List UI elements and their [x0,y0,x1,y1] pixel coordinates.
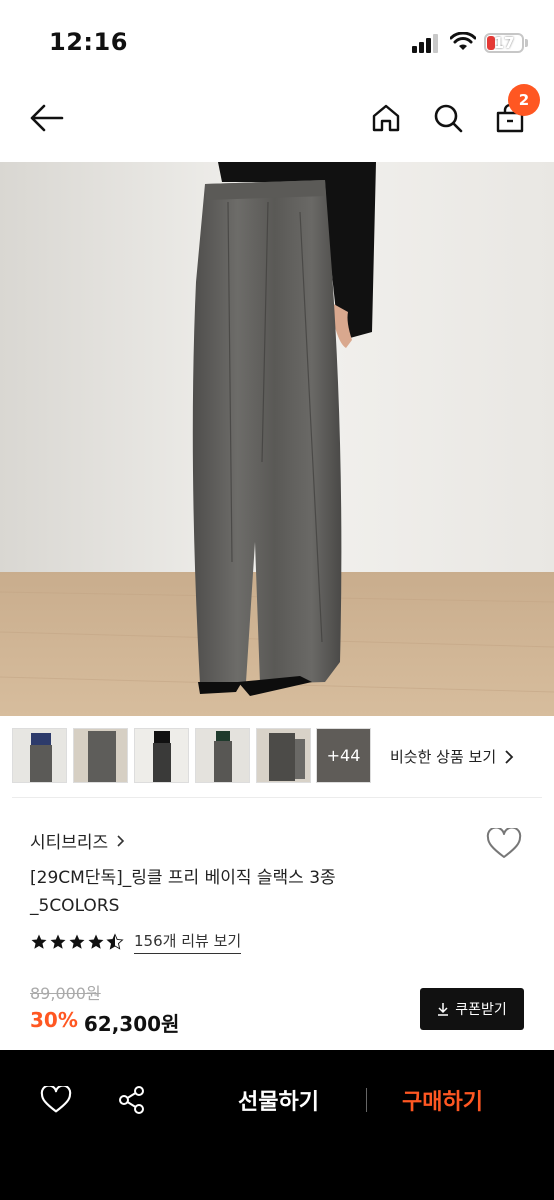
share-button[interactable] [112,1080,152,1120]
rating-stars [30,933,124,951]
sale-price: 62,300원 [83,1012,180,1036]
thumbnail-strip: +44 비슷한 상품 보기 [0,722,554,788]
divider [366,1088,367,1112]
reviews-link[interactable]: 156개 리뷰 보기 [134,930,242,954]
star-icon [69,934,85,949]
discount-rate: 30% [30,1008,78,1032]
thumbnail-more[interactable]: +44 [316,728,371,783]
top-nav [0,80,554,162]
original-price: 89,000원 [30,984,101,1003]
product-title-line-1: [29CM단독]_링클 프리 베이직 슬랙스 3종 [30,868,336,888]
thumbnail-3[interactable] [134,728,189,783]
cart-count-badge: 2 [508,84,540,116]
brand-name: 시티브리즈 [30,833,109,853]
thumbnail-5[interactable] [256,728,311,783]
status-time: 12:16 [49,28,128,56]
chevron-right-icon [117,834,125,847]
download-icon [438,1003,449,1016]
thumbnail-1[interactable] [12,728,67,783]
brand-link[interactable]: 시티브리즈 [30,828,125,853]
similar-products-link[interactable]: 비슷한 상품 보기 [390,746,514,767]
status-bar: 12:16 17 [0,0,554,80]
thumbnail-2[interactable] [73,728,128,783]
bottom-action-bar: 선물하기 구매하기 [0,1050,554,1200]
heart-icon [40,1086,72,1113]
star-icon [88,934,104,949]
get-coupon-button[interactable]: 쿠폰받기 [420,988,524,1030]
share-icon [119,1086,144,1114]
back-arrow-icon [30,104,64,132]
product-main-image[interactable] [0,162,554,716]
star-icon [31,934,47,949]
wishlist-button[interactable] [484,826,524,862]
price-row: 30% 62,300원 [30,1008,179,1037]
home-button[interactable] [366,98,406,138]
divider [12,797,542,798]
search-icon [434,104,463,133]
thumbnail-4[interactable] [195,728,250,783]
product-title: [29CM단독]_링클 프리 베이직 슬랙스 3종 _5COLORS [30,864,410,920]
rating-row: 156개 리뷰 보기 [30,930,242,954]
search-button[interactable] [428,98,468,138]
back-button[interactable] [26,98,66,138]
coupon-label: 쿠폰받기 [455,1002,507,1018]
battery-level: 17 [493,34,515,52]
home-icon [372,104,400,132]
buy-button[interactable]: 구매하기 [402,1084,483,1116]
similar-products-label: 비슷한 상품 보기 [390,748,497,766]
star-icon [50,934,66,949]
product-title-line-2: _5COLORS [30,896,120,916]
gift-button[interactable]: 선물하기 [238,1084,319,1116]
bottom-wishlist-button[interactable] [36,1080,76,1120]
half-star-icon [106,933,124,950]
chevron-right-icon [505,749,514,764]
heart-icon [486,828,522,858]
wifi-icon [450,32,476,50]
cellular-signal-icon [412,33,442,53]
battery-icon: 17 [484,33,524,53]
